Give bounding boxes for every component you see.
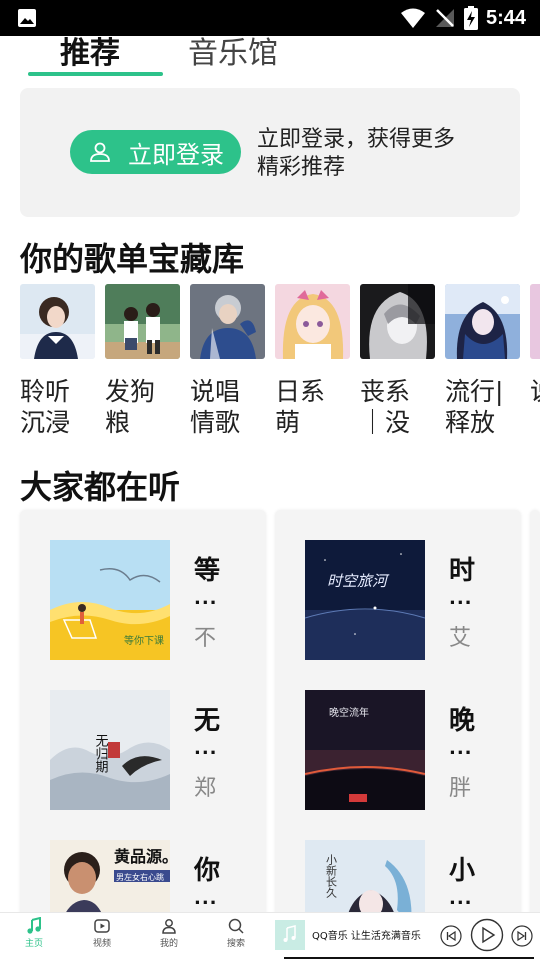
song-title-ellipsis: ... [194,738,218,759]
playlist-cover [190,284,265,359]
song-artist: 胖 [449,776,472,801]
nav-mine-label: 我的 [159,939,178,949]
album-art-caption: 无归期 [93,734,109,774]
song-card-partial [530,510,540,930]
wifi-icon [400,8,425,28]
playlist-item[interactable]: 聆听沉浸 [20,284,95,438]
tab-music-hall[interactable]: 音乐馆 [188,28,278,72]
playlist-name: 日系萌 [275,377,326,437]
clock: 5:44 [485,6,526,29]
album-art: 时空旅河 [305,540,425,660]
playlist-name: 流行|释放 [445,377,504,437]
song-item[interactable]: 时空旅河 时 ... 艾 [305,540,515,660]
user-icon [162,919,176,934]
login-button-label: 立即登录 [128,140,224,169]
song-title: 晚 [449,706,476,736]
playlist-cover [445,284,520,359]
playlist-cover [530,284,540,359]
mini-player[interactable]: QQ音乐 让生活充满音乐 [272,912,540,960]
playlist-cover [20,284,95,359]
library-section-title: 你的歌单宝藏库 [20,240,245,278]
music-note-icon [27,917,41,934]
playlist-cover [360,284,435,359]
login-card: 立即登录 立即登录，获得更多精彩推荐 [20,88,520,217]
song-card: 等你下课 等 ... 不 无归期 无 ... 郑 黄品源 男左女右心跳 你 ..… [20,510,266,960]
song-title: 无 [194,706,221,736]
song-title-ellipsis: ... [194,888,218,909]
popular-section-title: 大家都在听 [20,468,181,506]
battery-charging-icon [463,6,478,30]
playlist-carousel[interactable]: 聆听沉浸 发狗粮 说唱情歌 日系萌 丧系｜没 流行|释放 [20,284,540,444]
play-icon[interactable] [470,918,504,952]
album-art-caption: 小新长久 [325,854,338,899]
album-art-caption: 黄品源。 [114,847,170,866]
playlist-name: 丧系｜没 [360,377,411,437]
song-item[interactable]: 等你下课 等 ... 不 [50,540,260,660]
playlist-name: 聆听沉浸 [20,377,71,437]
playlist-cover [275,284,350,359]
album-art-caption: 晚空流年 [329,706,369,719]
playlist-item[interactable]: 说唱情歌 [190,284,265,438]
album-art: 晚空流年 [305,690,425,810]
login-button[interactable]: 立即登录 [70,130,241,174]
music-note-icon [283,925,296,942]
song-title: 小 [449,856,476,886]
song-item[interactable]: 晚空流年 晚 ... 胖 [305,690,515,810]
song-artist: 郑 [194,776,217,801]
search-icon [228,918,244,934]
user-icon [90,142,110,162]
playlist-item[interactable]: 日系萌 [275,284,350,438]
song-item[interactable]: 无归期 无 ... 郑 [50,690,260,810]
song-title: 时 [449,556,476,586]
video-icon [94,919,110,933]
mini-player-progress [284,957,534,959]
playlist-item[interactable]: 流行|释放 [445,284,520,438]
album-art: 无归期 [50,690,170,810]
mini-player-title: QQ音乐 让生活充满音乐 [312,931,421,942]
song-artist: 艾 [449,626,472,651]
album-art-caption: 时空旅河 [327,572,390,590]
nav-search-label: 搜索 [226,939,245,949]
playlist-item[interactable]: 发狗粮 [105,284,180,438]
song-title-ellipsis: ... [449,588,473,609]
next-icon[interactable] [511,925,533,947]
album-art: 等你下课 [50,540,170,660]
mini-player-cover [275,920,305,950]
song-title-ellipsis: ... [449,888,473,909]
nav-search[interactable]: 搜索 [216,917,256,949]
no-signal-icon [435,9,454,27]
nav-home[interactable]: 主页 [14,917,54,949]
nav-home-label: 主页 [24,939,43,949]
playlist-name: 发狗粮 [105,377,156,437]
tab-indicator [28,72,163,76]
nav-video-label: 视频 [92,939,111,949]
song-title-ellipsis: ... [194,588,218,609]
song-title-ellipsis: ... [449,738,473,759]
tab-recommend[interactable]: 推荐 [60,28,120,72]
playlist-cover [105,284,180,359]
song-title: 等 [194,556,221,586]
album-art-caption: 等你下课 [124,634,164,647]
gallery-icon [18,9,36,27]
song-card: 时空旅河 时 ... 艾 晚空流年 晚 ... 胖 小新长久 小 ... [275,510,521,960]
playlist-name: 说甜 [530,376,540,438]
song-artist: 不 [194,626,217,651]
previous-icon[interactable] [440,925,462,947]
login-prompt: 立即登录，获得更多精彩推荐 [257,127,456,180]
top-tabs: 推荐 音乐馆 [0,36,540,80]
app-screen: 5:44 推荐 音乐馆 立即登录 立即登录，获得更多精彩推荐 你的歌单宝藏库 聆… [0,0,540,960]
playlist-name: 说唱情歌 [190,377,241,437]
playlist-item[interactable]: 丧系｜没 [360,284,435,438]
nav-video[interactable]: 视频 [82,917,122,949]
playlist-item[interactable]: 说甜 [530,284,540,438]
song-title: 你 [194,856,221,886]
album-art-subcaption: 男左女右心跳 [116,872,164,882]
nav-mine[interactable]: 我的 [149,917,189,949]
